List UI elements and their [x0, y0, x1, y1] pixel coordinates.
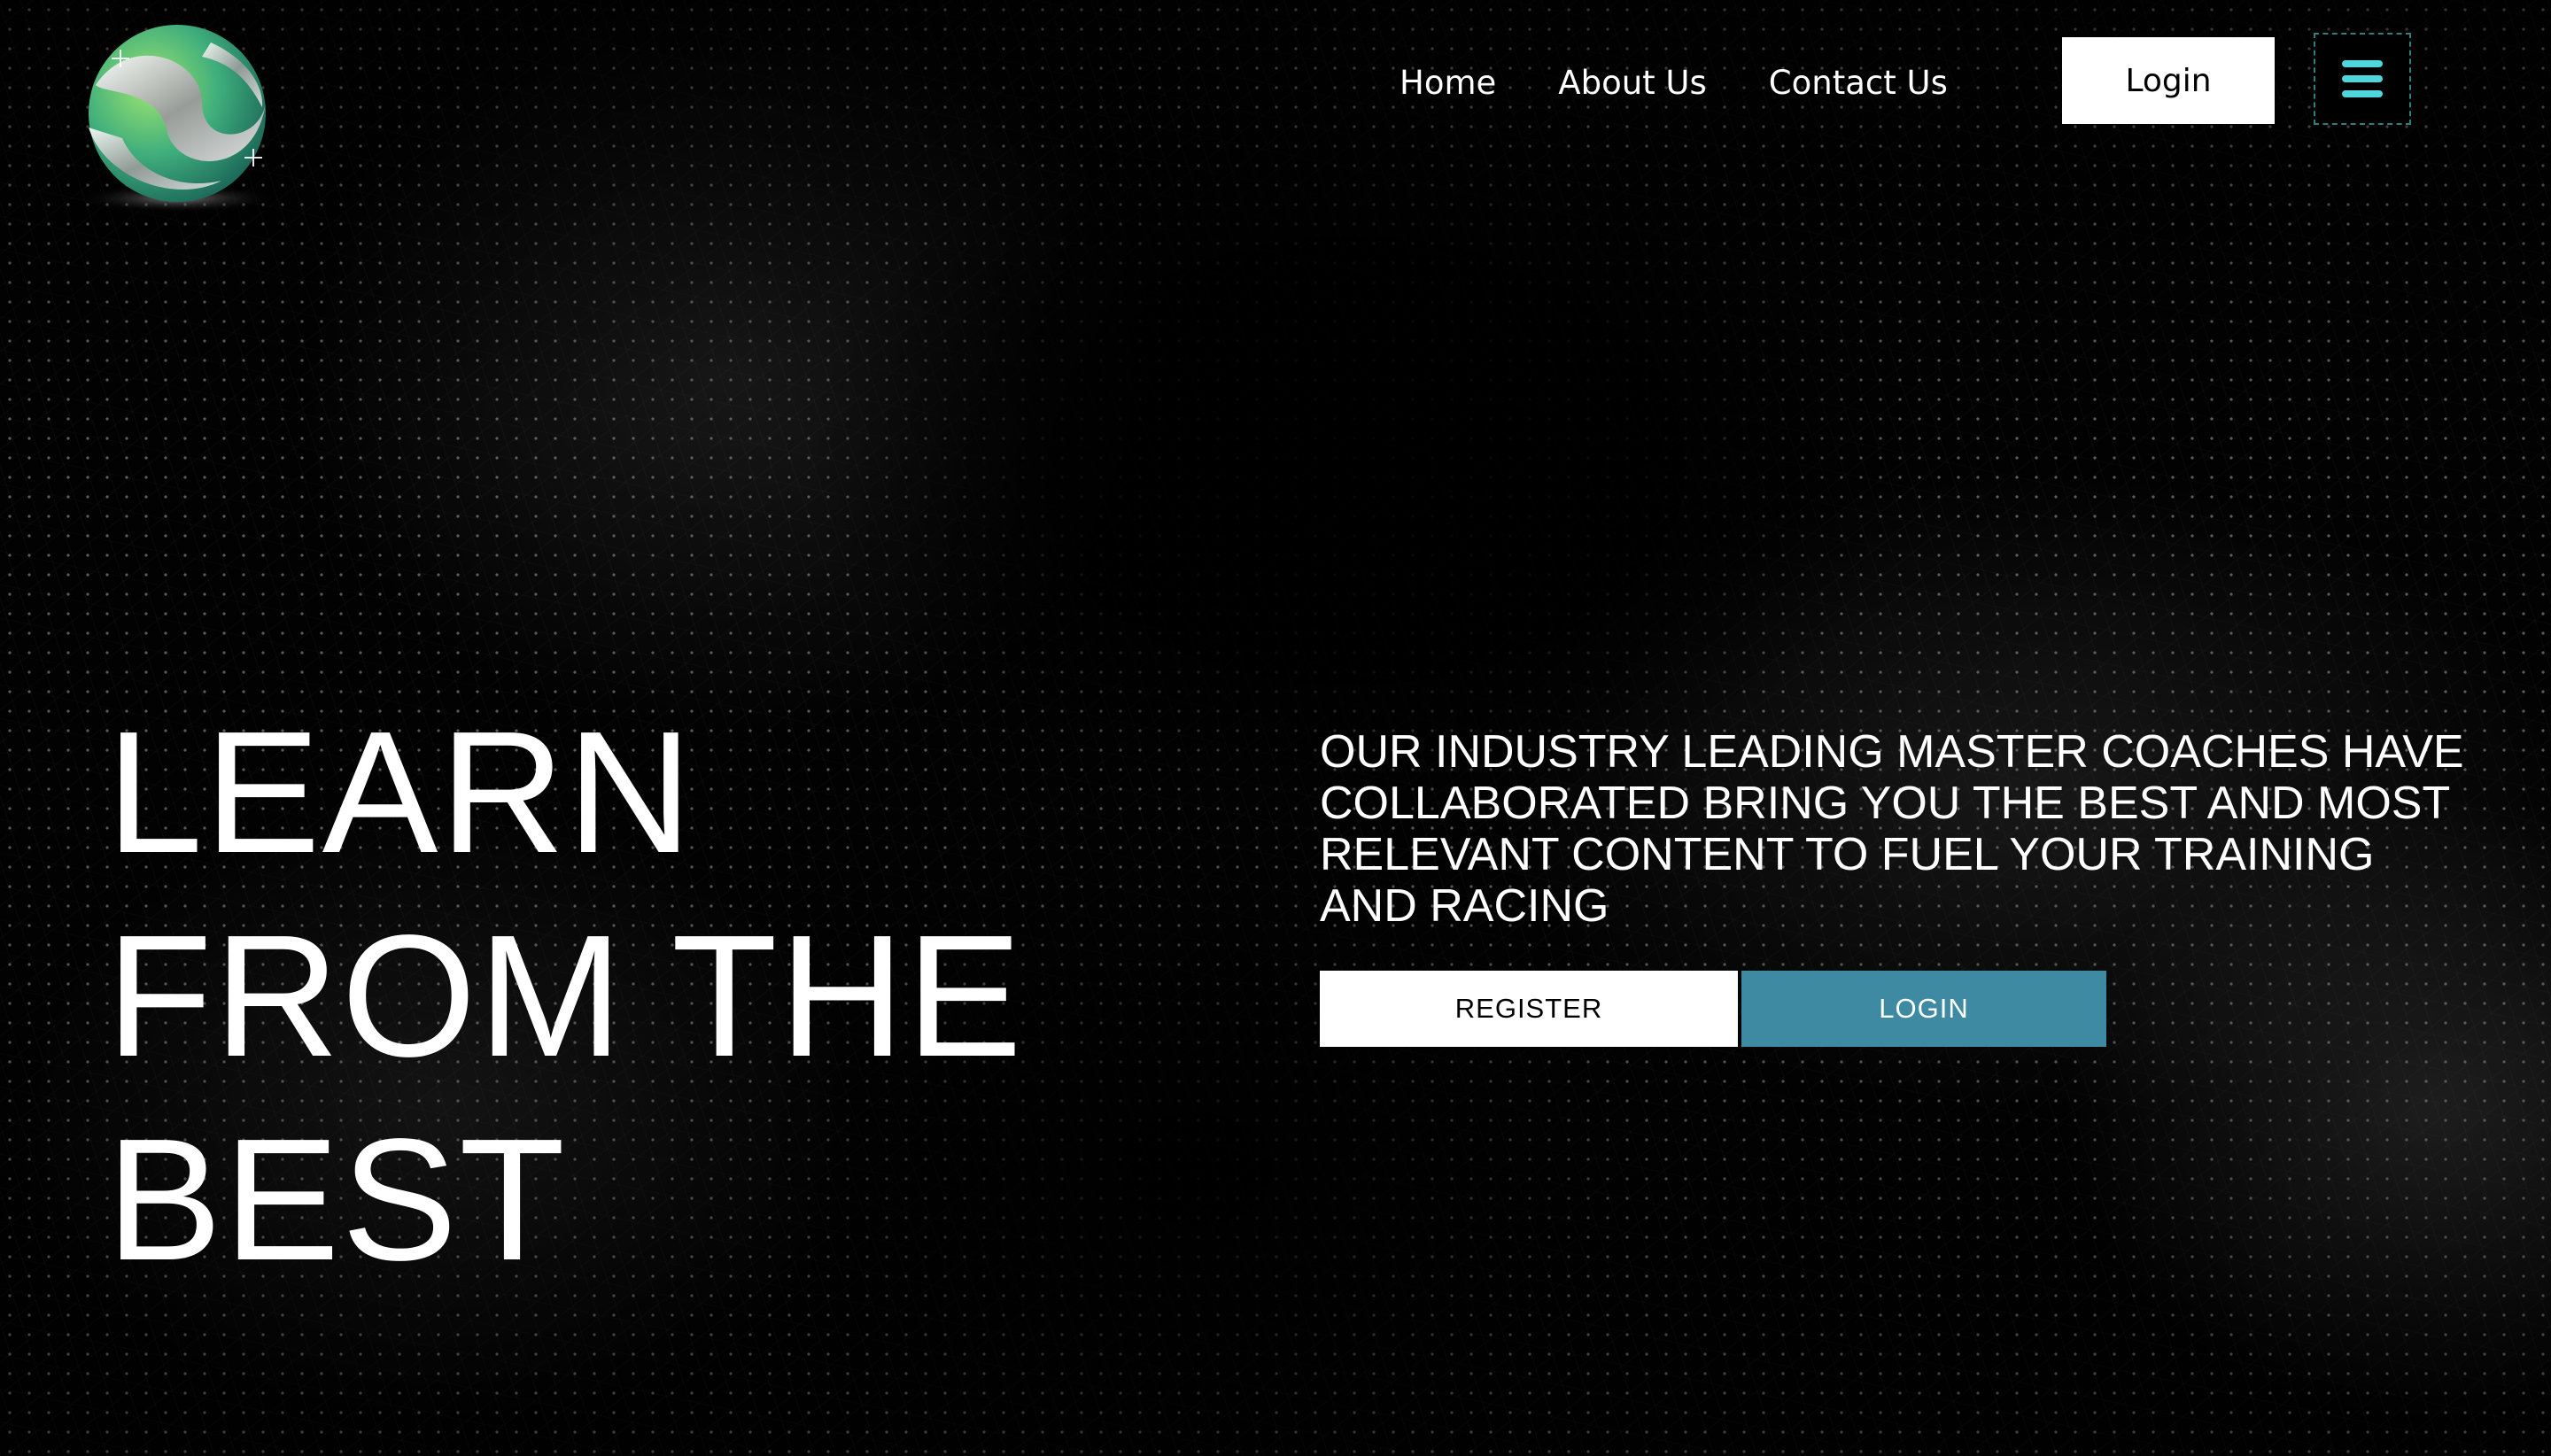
- sphere-logo-icon[interactable]: [69, 23, 292, 218]
- hero-tagline: OUR INDUSTRY LEADING MASTER COACHES HAVE…: [1320, 726, 2464, 932]
- hero-cta-group: REGISTER LOGIN: [1320, 971, 2106, 1047]
- hero-headline: LEARN FROM THE BEST: [106, 695, 1024, 1297]
- header-login-button[interactable]: Login: [2062, 37, 2275, 124]
- nav-home-link[interactable]: Home: [1400, 60, 1496, 106]
- hero-login-button[interactable]: LOGIN: [1741, 971, 2106, 1047]
- menu-button[interactable]: [2314, 33, 2411, 125]
- nav-about-us-link[interactable]: About Us: [1558, 60, 1707, 106]
- hamburger-menu-icon: [2342, 60, 2383, 97]
- register-button[interactable]: REGISTER: [1320, 971, 1738, 1047]
- nav-contact-us-link[interactable]: Contact Us: [1769, 60, 1948, 106]
- main-nav: Home About Us Contact Us: [1400, 60, 1948, 106]
